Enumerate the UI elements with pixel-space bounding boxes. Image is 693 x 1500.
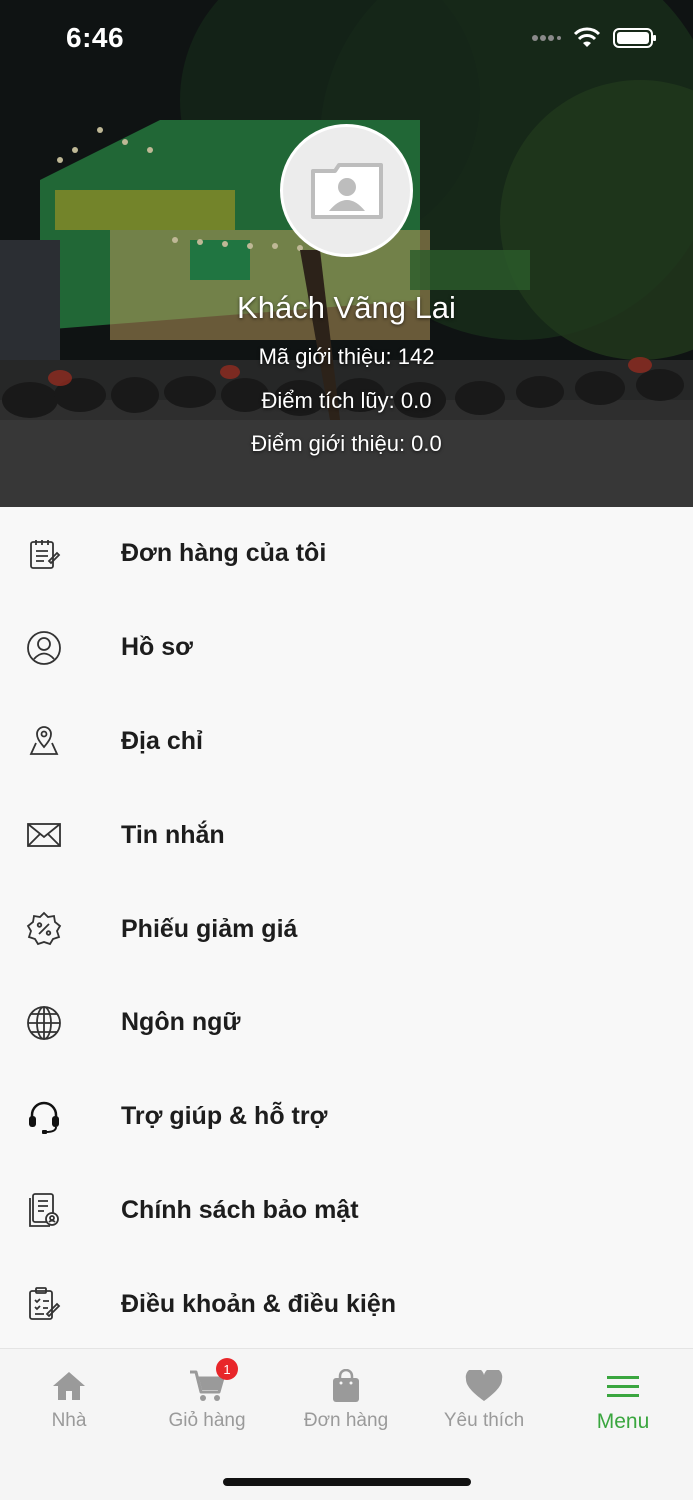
cart-count-badge: 1 bbox=[216, 1358, 238, 1380]
menu-item-label: Đơn hàng của tôi bbox=[121, 539, 327, 568]
menu-item-label: Phiếu giảm giá bbox=[121, 914, 298, 943]
nav-orders[interactable]: Đơn hàng bbox=[277, 1349, 415, 1449]
shopping-bag-icon bbox=[331, 1366, 361, 1406]
wifi-icon bbox=[573, 27, 601, 47]
menu-item-label: Ngôn ngữ bbox=[121, 1008, 241, 1037]
hamburger-menu-icon bbox=[606, 1366, 640, 1406]
menu-item-language[interactable]: Ngôn ngữ bbox=[0, 976, 693, 1070]
nav-cart[interactable]: 1 Giỏ hàng bbox=[138, 1349, 276, 1449]
menu-item-label: Trợ giúp & hỗ trợ bbox=[121, 1102, 328, 1131]
discount-badge-icon bbox=[25, 910, 63, 948]
nav-label: Yêu thích bbox=[443, 1410, 525, 1431]
nav-label: Đơn hàng bbox=[303, 1410, 389, 1431]
status-time: 6:46 bbox=[66, 22, 125, 53]
menu-item-label: Điều khoản & điều kiện bbox=[121, 1289, 397, 1318]
terms-clipboard-icon bbox=[25, 1285, 63, 1323]
home-indicator[interactable] bbox=[223, 1478, 471, 1486]
privacy-document-icon bbox=[25, 1191, 63, 1229]
avatar[interactable] bbox=[280, 124, 413, 257]
profile-name: Khách Vãng Lai bbox=[237, 290, 456, 325]
order-list-icon bbox=[25, 535, 63, 573]
nav-favorites[interactable]: Yêu thích bbox=[415, 1349, 553, 1449]
nav-menu[interactable]: Menu bbox=[554, 1349, 692, 1449]
home-icon bbox=[51, 1366, 87, 1406]
nav-label: Menu bbox=[596, 1410, 650, 1433]
menu-item-address[interactable]: Địa chỉ bbox=[0, 695, 693, 789]
map-pin-icon bbox=[25, 722, 63, 760]
menu-item-messages[interactable]: Tin nhắn bbox=[0, 788, 693, 882]
globe-icon bbox=[25, 1004, 63, 1042]
menu-list: Đơn hàng của tôi Hồ sơ Địa chỉ Tin nhắn bbox=[0, 507, 693, 1351]
battery-icon bbox=[613, 28, 656, 48]
menu-item-label: Hồ sơ bbox=[121, 633, 193, 662]
menu-item-help-support[interactable]: Trợ giúp & hỗ trợ bbox=[0, 1070, 693, 1164]
menu-item-label: Tin nhắn bbox=[121, 820, 225, 849]
menu-item-label: Chính sách bảo mật bbox=[121, 1195, 359, 1224]
signal-icon bbox=[532, 35, 561, 41]
menu-item-terms-conditions[interactable]: Điều khoản & điều kiện bbox=[0, 1257, 693, 1351]
menu-item-coupons[interactable]: Phiếu giảm giá bbox=[0, 882, 693, 976]
contact-card-icon bbox=[310, 162, 383, 219]
referral-points: Điểm giới thiệu: 0.0 bbox=[251, 431, 442, 456]
mail-icon bbox=[25, 816, 63, 854]
profile-icon bbox=[25, 629, 63, 667]
cart-icon: 1 bbox=[188, 1358, 238, 1406]
menu-item-profile[interactable]: Hồ sơ bbox=[0, 601, 693, 695]
headset-icon bbox=[25, 1098, 63, 1136]
referral-code: Mã giới thiệu: 142 bbox=[258, 344, 435, 369]
nav-home[interactable]: Nhà bbox=[0, 1349, 138, 1449]
menu-item-privacy-policy[interactable]: Chính sách bảo mật bbox=[0, 1164, 693, 1258]
nav-label: Nhà bbox=[51, 1410, 87, 1431]
menu-item-my-orders[interactable]: Đơn hàng của tôi bbox=[0, 507, 693, 601]
loyalty-points: Điểm tích lũy: 0.0 bbox=[261, 388, 432, 413]
nav-label: Giỏ hàng bbox=[168, 1410, 246, 1431]
profile-header: 6:46 Khách Vãng Lai Mã giới thiệu: 142 Đ… bbox=[0, 0, 693, 507]
status-bar: 6:46 bbox=[0, 0, 693, 80]
status-icons bbox=[531, 26, 657, 50]
menu-item-label: Địa chỉ bbox=[121, 726, 203, 755]
heart-icon bbox=[465, 1366, 503, 1406]
